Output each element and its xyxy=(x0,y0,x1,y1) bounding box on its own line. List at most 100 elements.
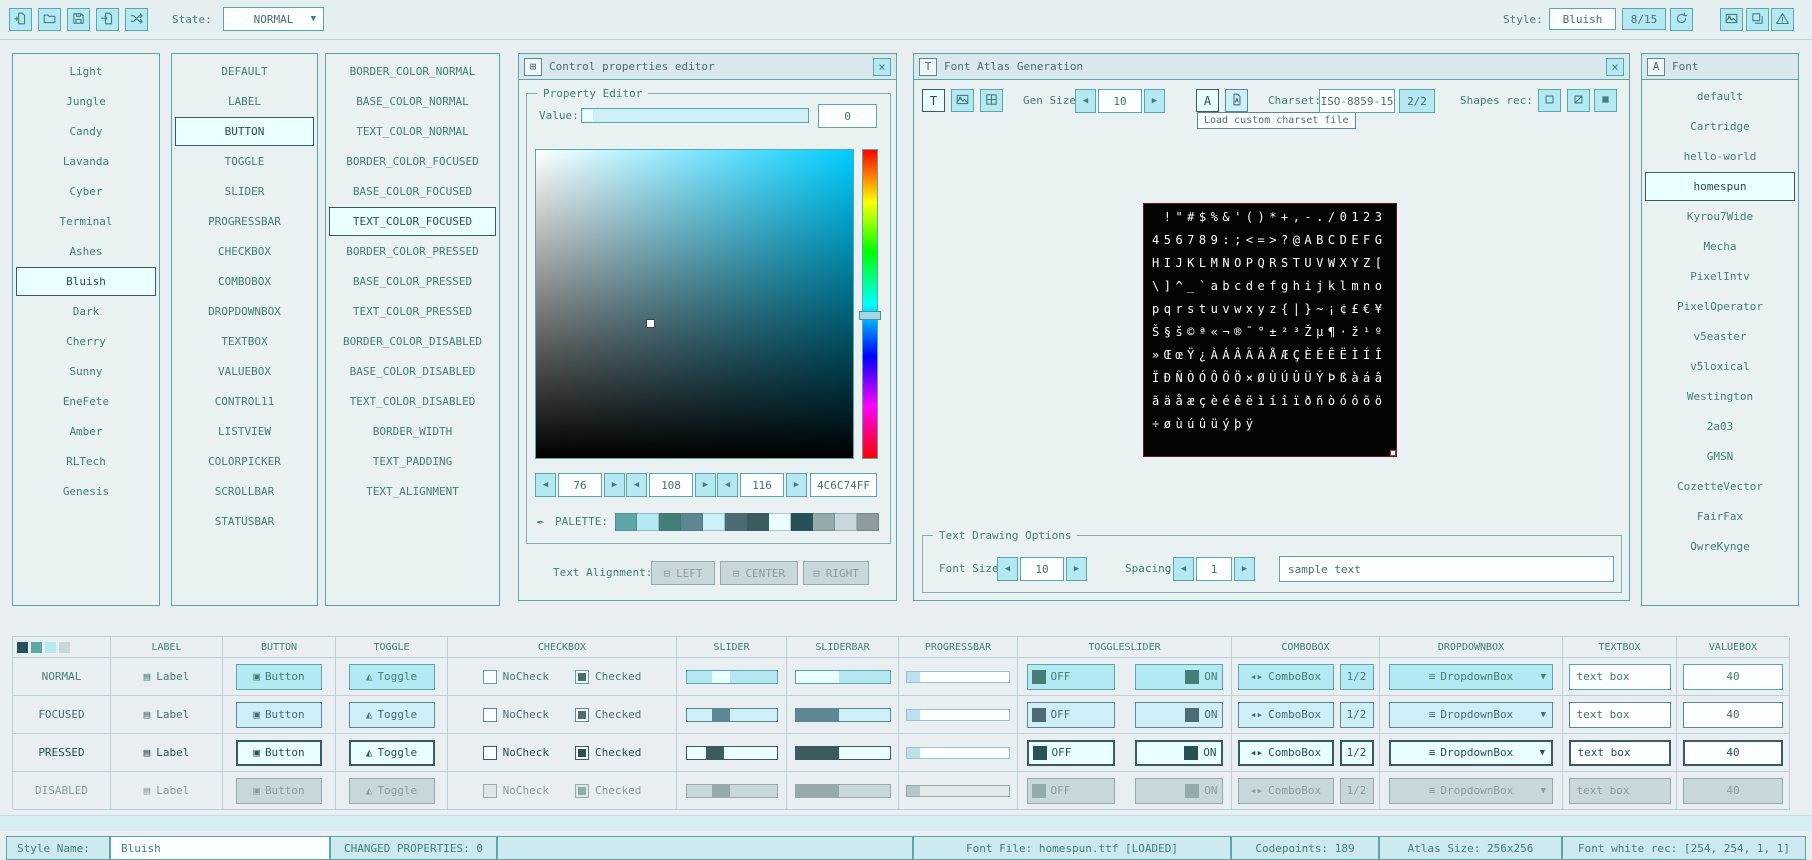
combobox-control[interactable]: ◂▸ComboBox xyxy=(1238,740,1334,766)
toggleslider-off[interactable]: OFF xyxy=(1027,702,1115,728)
font-item[interactable]: CozetteVector xyxy=(1645,472,1795,501)
font-item[interactable]: PixelOperator xyxy=(1645,292,1795,321)
shapes-rec-slash-button[interactable] xyxy=(1567,89,1590,112)
textbox-control[interactable]: text box xyxy=(1569,664,1671,690)
font-list-titlebar[interactable]: A Font xyxy=(1642,54,1798,80)
property-item[interactable]: BORDER_COLOR_PRESSED xyxy=(329,237,496,266)
green-increment-button[interactable]: ▶ xyxy=(695,473,716,497)
checkbox-box[interactable] xyxy=(483,670,497,684)
palette-swatch[interactable] xyxy=(615,513,637,531)
toggleslider-off[interactable]: OFF xyxy=(1027,740,1115,766)
value-slider[interactable] xyxy=(581,108,809,123)
button-control[interactable]: ▣Button xyxy=(236,702,322,728)
checkbox-checked[interactable]: Checked xyxy=(575,670,641,684)
control-item[interactable]: DEFAULT xyxy=(175,57,314,86)
color-picker-cursor[interactable] xyxy=(646,319,655,328)
align-left-button[interactable]: ⊟ LEFT xyxy=(651,561,715,585)
align-right-button[interactable]: ⊟ RIGHT xyxy=(803,561,869,585)
checkbox-box[interactable] xyxy=(575,746,589,760)
property-item[interactable]: TEXT_COLOR_DISABLED xyxy=(329,387,496,416)
style-name-textbox[interactable]: Bluish xyxy=(110,836,330,860)
reload-style-button[interactable] xyxy=(1670,8,1693,31)
property-item[interactable]: BORDER_COLOR_DISABLED xyxy=(329,327,496,356)
palette-swatch[interactable] xyxy=(857,513,879,531)
dropdownbox-control[interactable]: ≡DropdownBox▼ xyxy=(1389,702,1553,728)
control-item[interactable]: CHECKBOX xyxy=(175,237,314,266)
font-size-increment-button[interactable]: ▶ xyxy=(1066,557,1087,581)
control-item[interactable]: COMBOBOX xyxy=(175,267,314,296)
green-value-box[interactable]: 108 xyxy=(649,473,693,497)
state-dropdown[interactable]: NORMAL ▼ xyxy=(223,7,324,31)
combobox-control[interactable]: ◂▸ComboBox xyxy=(1238,664,1334,690)
charset-value-box[interactable]: ISO-8859-15 xyxy=(1319,89,1395,113)
combobox-counter[interactable]: 1/2 xyxy=(1340,702,1374,728)
style-item[interactable]: Amber xyxy=(16,417,156,446)
style-item[interactable]: Genesis xyxy=(16,477,156,506)
property-item[interactable]: BORDER_COLOR_FOCUSED xyxy=(329,147,496,176)
property-item[interactable]: BASE_COLOR_DISABLED xyxy=(329,357,496,386)
load-charset-button[interactable] xyxy=(1225,89,1248,112)
font-item[interactable]: FairFax xyxy=(1645,502,1795,531)
font-item[interactable]: Westington xyxy=(1645,382,1795,411)
align-center-button[interactable]: ⊟ CENTER xyxy=(720,561,798,585)
font-size-value-box[interactable]: 10 xyxy=(1020,557,1064,581)
control-item[interactable]: SCROLLBAR xyxy=(175,477,314,506)
style-name-dropdown[interactable]: Bluish xyxy=(1549,8,1616,30)
property-item[interactable]: BASE_COLOR_NORMAL xyxy=(329,87,496,116)
font-item[interactable]: 2a03 xyxy=(1645,412,1795,441)
dropdownbox-control[interactable]: ≡DropdownBox▼ xyxy=(1389,740,1553,766)
toggleslider-on[interactable]: ON xyxy=(1135,702,1223,728)
red-decrement-button[interactable]: ◀ xyxy=(535,473,556,497)
control-item-selected[interactable]: BUTTON xyxy=(175,117,314,146)
randomize-style-button[interactable] xyxy=(125,8,148,31)
toggleslider-knob[interactable] xyxy=(1184,746,1198,760)
checkbox-checked[interactable]: Checked xyxy=(575,746,641,760)
sliderbar-control[interactable] xyxy=(795,670,891,684)
textbox-control[interactable]: text box xyxy=(1569,740,1671,766)
palette-swatch[interactable] xyxy=(703,513,725,531)
save-style-button[interactable] xyxy=(67,8,90,31)
properties-editor-titlebar[interactable]: ⊞ Control properties editor × xyxy=(519,54,896,80)
control-item[interactable]: VALUEBOX xyxy=(175,357,314,386)
load-font-button[interactable]: A xyxy=(1196,89,1219,112)
control-item[interactable]: SLIDER xyxy=(175,177,314,206)
font-item[interactable]: default xyxy=(1645,82,1795,111)
slider-control[interactable] xyxy=(686,670,778,684)
toggleslider-on[interactable]: ON xyxy=(1135,740,1223,766)
font-item[interactable]: OwreKynge xyxy=(1645,532,1795,561)
hue-bar-cursor[interactable] xyxy=(859,311,881,320)
blue-value-box[interactable]: 116 xyxy=(740,473,784,497)
style-item[interactable]: Cherry xyxy=(16,327,156,356)
font-item[interactable]: v5loxical xyxy=(1645,352,1795,381)
font-item-selected[interactable]: homespun xyxy=(1645,172,1795,201)
control-item[interactable]: TOGGLE xyxy=(175,147,314,176)
style-item[interactable]: EneFete xyxy=(16,387,156,416)
close-icon[interactable]: × xyxy=(1606,58,1624,76)
font-item[interactable]: v5easter xyxy=(1645,322,1795,351)
control-item[interactable]: TEXTBOX xyxy=(175,327,314,356)
valuebox-control[interactable]: 40 xyxy=(1683,702,1783,728)
control-item[interactable]: PROGRESSBAR xyxy=(175,207,314,236)
control-item[interactable]: COLORPICKER xyxy=(175,447,314,476)
checkbox-box[interactable] xyxy=(575,670,589,684)
style-item[interactable]: Light xyxy=(16,57,156,86)
sample-text-input[interactable]: sample text xyxy=(1279,556,1614,582)
palette-swatch[interactable] xyxy=(681,513,703,531)
style-item[interactable]: Jungle xyxy=(16,87,156,116)
value-slider-handle[interactable] xyxy=(583,110,593,121)
style-item[interactable]: Sunny xyxy=(16,357,156,386)
palette-swatch[interactable] xyxy=(637,513,659,531)
export-style-button[interactable] xyxy=(96,8,119,31)
spacing-value-box[interactable]: 1 xyxy=(1196,557,1232,581)
property-item[interactable]: TEXT_COLOR_PRESSED xyxy=(329,297,496,326)
control-item[interactable]: LISTVIEW xyxy=(175,417,314,446)
slider-control[interactable] xyxy=(686,746,778,760)
textbox-control[interactable]: text box xyxy=(1569,702,1671,728)
palette-swatch[interactable] xyxy=(747,513,769,531)
gen-size-increment-button[interactable]: ▶ xyxy=(1144,89,1165,113)
toggleslider-knob[interactable] xyxy=(1033,746,1047,760)
slider-handle[interactable] xyxy=(712,671,730,683)
valuebox-control[interactable]: 40 xyxy=(1683,664,1783,690)
palette-swatch[interactable] xyxy=(813,513,835,531)
checkbox-unchecked[interactable]: NoCheck xyxy=(483,670,549,684)
